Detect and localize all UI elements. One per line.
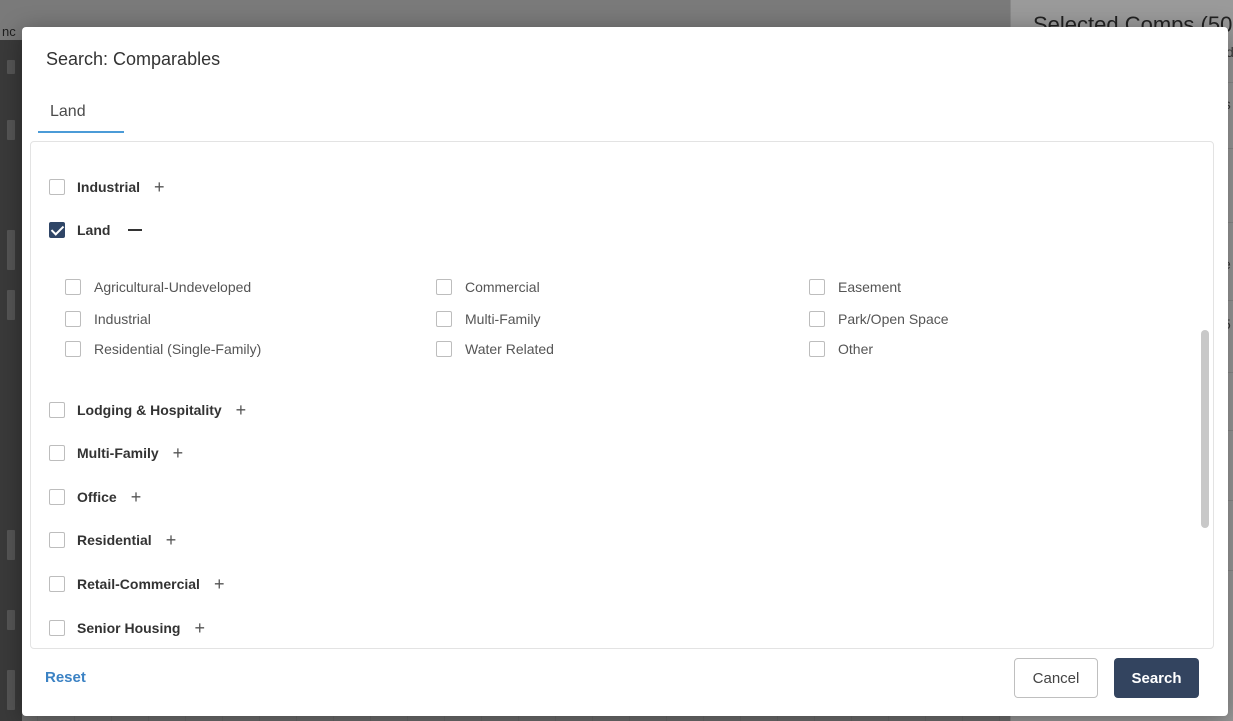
subtype-label: Water Related — [465, 341, 554, 357]
category-checkbox[interactable] — [49, 179, 65, 195]
subtype-easement: Easement — [809, 277, 901, 297]
category-label: Senior Housing — [77, 620, 181, 636]
expand-plus-icon[interactable]: + — [154, 178, 165, 196]
category-label: Multi-Family — [77, 445, 159, 461]
category-checkbox[interactable] — [49, 445, 65, 461]
expand-plus-icon[interactable]: + — [131, 488, 142, 506]
scrollbar[interactable] — [1201, 146, 1209, 644]
backdrop-side-strip — [0, 40, 22, 721]
category-label: Residential — [77, 532, 152, 548]
subtype-label: Park/Open Space — [838, 311, 949, 327]
category-office: Office + — [49, 486, 141, 508]
subtype-water-related: Water Related — [436, 339, 554, 359]
category-checkbox[interactable] — [49, 222, 65, 238]
expand-plus-icon[interactable]: + — [194, 619, 205, 637]
subtype-checkbox[interactable] — [809, 279, 825, 295]
dialog-title: Search: Comparables — [46, 49, 221, 69]
expand-plus-icon[interactable]: + — [214, 575, 225, 593]
expand-plus-icon[interactable]: + — [173, 444, 184, 462]
subtype-multi-family: Multi-Family — [436, 309, 540, 329]
category-residential: Residential + — [49, 529, 176, 551]
subtype-label: Multi-Family — [465, 311, 541, 327]
property-type-list: Industrial + Land Agricultural-Undevelop… — [30, 141, 1214, 649]
subtype-industrial: Industrial — [65, 309, 151, 329]
subtype-checkbox[interactable] — [436, 341, 452, 357]
expand-plus-icon[interactable]: + — [236, 401, 247, 419]
category-checkbox[interactable] — [49, 489, 65, 505]
subtype-agricultural-undeveloped: Agricultural-Undeveloped — [65, 277, 251, 297]
category-label: Retail-Commercial — [77, 576, 200, 592]
subtype-label: Easement — [838, 279, 902, 295]
search-button[interactable]: Search — [1114, 658, 1199, 698]
category-checkbox[interactable] — [49, 620, 65, 636]
expand-plus-icon[interactable]: + — [166, 531, 177, 549]
category-checkbox[interactable] — [49, 402, 65, 418]
subtype-checkbox[interactable] — [809, 311, 825, 327]
scrollbar-thumb[interactable] — [1201, 330, 1209, 528]
subtype-other: Other — [809, 339, 873, 359]
subtype-label: Industrial — [94, 311, 151, 327]
subtype-residential-single-family: Residential (Single-Family) — [65, 339, 261, 359]
subtype-checkbox[interactable] — [65, 341, 81, 357]
category-senior-housing: Senior Housing + — [49, 617, 205, 639]
category-lodging-hospitality: Lodging & Hospitality + — [49, 399, 246, 421]
subtype-label: Commercial — [465, 279, 540, 295]
subtype-label: Agricultural-Undeveloped — [94, 279, 252, 295]
search-comparables-dialog: Search: Comparables Land Industrial + La… — [22, 27, 1228, 716]
category-multi-family: Multi-Family + — [49, 442, 183, 464]
category-land: Land — [49, 219, 143, 241]
subtype-checkbox[interactable] — [65, 279, 81, 295]
category-retail-commercial: Retail-Commercial + — [49, 573, 224, 595]
reset-link[interactable]: Reset — [45, 669, 86, 686]
category-industrial: Industrial + — [49, 176, 165, 198]
category-label: Lodging & Hospitality — [77, 402, 222, 418]
collapse-minus-icon[interactable] — [128, 229, 143, 231]
subtype-checkbox[interactable] — [436, 311, 452, 327]
subtype-checkbox[interactable] — [809, 341, 825, 357]
scroll-area: Industrial + Land Agricultural-Undevelop… — [31, 142, 1199, 648]
subtype-commercial: Commercial — [436, 277, 540, 297]
category-checkbox[interactable] — [49, 532, 65, 548]
subtype-checkbox[interactable] — [65, 311, 81, 327]
cancel-button[interactable]: Cancel — [1014, 658, 1098, 698]
subtype-label: Residential (Single-Family) — [94, 341, 262, 357]
category-checkbox[interactable] — [49, 576, 65, 592]
tab-label: Land — [50, 103, 86, 120]
category-label: Office — [77, 489, 117, 505]
backdrop-text-fragment: nc — [2, 24, 16, 39]
subtype-park-open-space: Park/Open Space — [809, 309, 949, 329]
category-label: Industrial — [77, 179, 141, 195]
subtype-label: Other — [838, 341, 874, 357]
tab-land[interactable]: Land — [38, 95, 124, 133]
subtype-checkbox[interactable] — [436, 279, 452, 295]
category-label: Land — [77, 222, 111, 238]
